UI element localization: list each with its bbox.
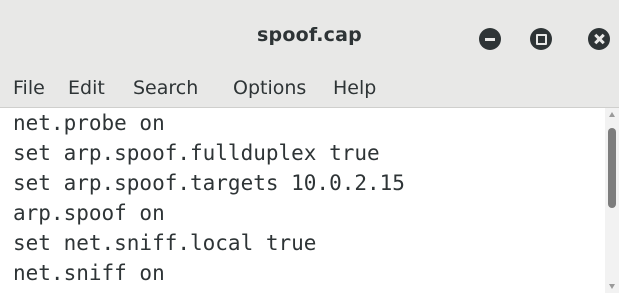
menu-options[interactable]: Options xyxy=(233,77,306,99)
menu-edit[interactable]: Edit xyxy=(68,77,105,99)
menu-search[interactable]: Search xyxy=(133,77,198,99)
text-editor-area[interactable]: net.probe on set arp.spoof.fullduplex tr… xyxy=(0,108,605,293)
title-bar[interactable]: spoof.cap xyxy=(0,0,619,63)
scroll-down-icon[interactable] xyxy=(609,284,615,289)
editor-line: set net.sniff.local true xyxy=(13,231,317,255)
editor-line: net.probe on xyxy=(13,111,165,135)
close-icon[interactable] xyxy=(588,28,610,50)
vertical-scrollbar[interactable] xyxy=(605,108,619,293)
maximize-icon[interactable] xyxy=(530,28,552,50)
minimize-icon[interactable] xyxy=(479,28,501,50)
editor-line: net.sniff on xyxy=(13,261,165,285)
editor-line: set arp.spoof.targets 10.0.2.15 xyxy=(13,171,405,195)
scroll-up-icon[interactable] xyxy=(609,112,615,117)
editor-line: arp.spoof on xyxy=(13,201,165,225)
menu-help[interactable]: Help xyxy=(333,77,376,99)
menu-file[interactable]: File xyxy=(13,77,45,99)
window-title: spoof.cap xyxy=(257,24,362,46)
text-editor-window: spoof.cap File Edit Search Options Help … xyxy=(0,0,619,293)
scrollbar-thumb[interactable] xyxy=(608,128,616,208)
menu-bar: File Edit Search Options Help xyxy=(0,63,619,108)
editor-line: set arp.spoof.fullduplex true xyxy=(13,141,380,165)
